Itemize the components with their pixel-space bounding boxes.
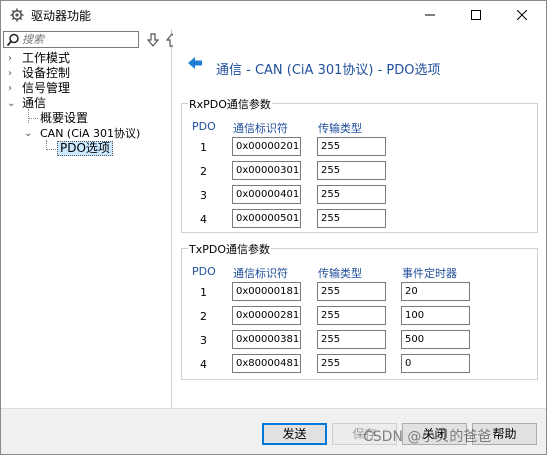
- transmission-type-field[interactable]: 255: [317, 137, 386, 156]
- cob-id-field[interactable]: 0x00000401: [232, 185, 301, 204]
- pdo-number: 4: [200, 358, 207, 371]
- txpdo-group: TxPDO通信参数 PDO 通信标识符 传输类型 事件定时器 1 0x00000…: [181, 241, 538, 380]
- tree-item-label: PDO选项: [60, 141, 110, 155]
- tree-item-label: CAN (CiA 301协议): [40, 127, 141, 140]
- column-header-event-timer: 事件定时器: [402, 267, 457, 280]
- event-timer-field[interactable]: 20: [401, 282, 470, 301]
- group-title: TxPDO通信参数: [188, 241, 271, 257]
- minimize-button[interactable]: [407, 1, 453, 29]
- transmission-type-field[interactable]: 255: [317, 306, 386, 325]
- rxpdo-group: RxPDO通信参数 PDO 通信标识符 传输类型 1 0x00000201 25…: [181, 96, 538, 233]
- navigation-pane: › 工作模式 › 设备控制 › 信号管理 ⌄ 通信 概要设置 ⌄ CAN: [1, 29, 178, 408]
- close-icon: [517, 10, 527, 20]
- event-timer-field[interactable]: 0: [401, 354, 470, 373]
- search-box[interactable]: [3, 31, 139, 48]
- gear-icon: [10, 8, 24, 22]
- pdo-number: 2: [200, 165, 207, 178]
- transmission-type-field[interactable]: 255: [317, 161, 386, 180]
- watermark: CSDN @小贝的爸爸: [363, 429, 492, 445]
- back-arrow-icon[interactable]: [187, 55, 203, 71]
- chevron-right-icon[interactable]: ›: [8, 51, 18, 66]
- column-header-pdo: PDO: [192, 265, 216, 278]
- maximize-icon: [471, 10, 481, 20]
- column-header-pdo: PDO: [192, 120, 216, 133]
- cob-id-field[interactable]: 0x00000181: [232, 282, 301, 301]
- search-input[interactable]: [22, 33, 134, 46]
- close-window-button[interactable]: [499, 1, 545, 29]
- tree-item-label: 通信: [22, 96, 47, 110]
- event-timer-field[interactable]: 500: [401, 330, 470, 349]
- cob-id-field[interactable]: 0x00000201: [232, 137, 301, 156]
- tree-item-label: 设备控制: [22, 66, 71, 80]
- column-header-cob-id: 通信标识符: [233, 122, 288, 135]
- next-result-button[interactable]: [144, 31, 162, 49]
- chevron-right-icon[interactable]: ›: [8, 81, 18, 96]
- pdo-number: 3: [200, 189, 207, 202]
- tree-item-pdo-options[interactable]: PDO选项: [57, 141, 113, 156]
- window-title: 驱动器功能: [31, 9, 92, 23]
- maximize-button[interactable]: [453, 1, 499, 29]
- cob-id-field[interactable]: 0x80000481: [232, 354, 301, 373]
- column-header-transmission: 传输类型: [318, 122, 362, 135]
- pdo-number: 4: [200, 213, 207, 226]
- tree-item-work-mode[interactable]: › 工作模式: [1, 51, 166, 66]
- transmission-type-field[interactable]: 255: [317, 185, 386, 204]
- send-button[interactable]: 发送: [262, 423, 327, 445]
- cob-id-field[interactable]: 0x00000381: [232, 330, 301, 349]
- tree-item-communication[interactable]: ⌄ 通信: [1, 96, 166, 111]
- tree-item-label: 信号管理: [22, 81, 71, 95]
- column-header-transmission: 传输类型: [318, 267, 362, 280]
- title-bar[interactable]: 驱动器功能: [1, 1, 546, 29]
- tree-item-signal-management[interactable]: › 信号管理: [1, 81, 166, 96]
- tree-item-can-cia301[interactable]: ⌄ CAN (CiA 301协议): [1, 126, 166, 141]
- content-pane: 通信 - CAN (CiA 301协议) - PDO选项 RxPDO通信参数 P…: [173, 29, 546, 408]
- page-title: 通信 - CAN (CiA 301协议) - PDO选项: [216, 63, 441, 78]
- minimize-icon: [425, 14, 435, 16]
- column-header-cob-id: 通信标识符: [233, 267, 288, 280]
- arrow-down-icon: [147, 33, 159, 47]
- tree-item-overview-settings[interactable]: 概要设置: [1, 111, 166, 126]
- transmission-type-field[interactable]: 255: [317, 354, 386, 373]
- pdo-number: 1: [200, 286, 207, 299]
- chevron-right-icon[interactable]: ›: [8, 66, 18, 81]
- button-bar: 发送 保存 关闭 帮助 CSDN @小贝的爸爸: [1, 408, 546, 454]
- tree-item-label: 概要设置: [40, 111, 89, 125]
- cob-id-field[interactable]: 0x00000281: [232, 306, 301, 325]
- cob-id-field[interactable]: 0x00000301: [232, 161, 301, 180]
- transmission-type-field[interactable]: 255: [317, 209, 386, 228]
- tree-item-label: 工作模式: [22, 51, 71, 65]
- main-window: 驱动器功能 搜索 › 工作模式 › 设备控制 › 信号管理 ⌄ 通信 概要设置 …: [0, 0, 547, 455]
- cob-id-field[interactable]: 0x00000501: [232, 209, 301, 228]
- tree-item-device-control[interactable]: › 设备控制: [1, 66, 166, 81]
- pdo-number: 3: [200, 334, 207, 347]
- transmission-type-field[interactable]: 255: [317, 282, 386, 301]
- event-timer-field[interactable]: 100: [401, 306, 470, 325]
- group-title: RxPDO通信参数: [188, 96, 272, 112]
- transmission-type-field[interactable]: 255: [317, 330, 386, 349]
- pdo-number: 1: [200, 141, 207, 154]
- tree-connector: [46, 149, 56, 150]
- chevron-down-icon[interactable]: ⌄: [24, 126, 34, 141]
- search-icon: [6, 33, 19, 47]
- pdo-number: 2: [200, 310, 207, 323]
- chevron-down-icon[interactable]: ⌄: [7, 96, 17, 111]
